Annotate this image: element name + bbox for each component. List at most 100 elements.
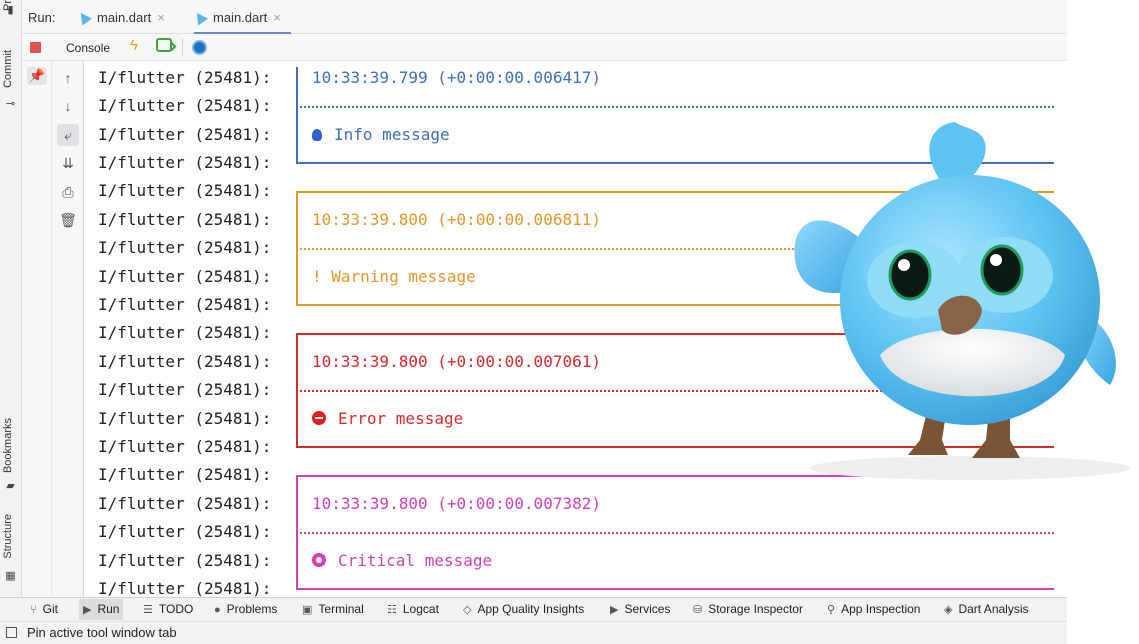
warning-timestamp: 10:33:39.800 (+0:00:00.006811) — [312, 210, 601, 229]
log-prefix: I/flutter (25481): — [98, 238, 272, 257]
info-box-separator — [296, 106, 1054, 108]
soft-wrap-icon[interactable]: ⤶ — [57, 124, 79, 146]
console-pin-gutter — [22, 61, 52, 597]
scroll-up-icon[interactable]: ↑ — [57, 67, 79, 89]
tool-tab-problems[interactable]: ● Problems — [214, 602, 277, 616]
info-message: Info message — [312, 121, 450, 149]
no-entry-icon — [312, 411, 326, 425]
terminal-icon: ▣ — [302, 604, 313, 616]
left-tool-strip: ▮ Pr Commit ⊸ Bookmarks ▰ Structure ▦ — [0, 0, 22, 597]
tool-tab-label: Logcat — [402, 602, 439, 616]
print-icon[interactable]: ⎙ — [57, 181, 79, 203]
log-prefix: I/flutter (25481): — [98, 551, 272, 570]
tool-tab-label: App Quality Insights — [477, 602, 585, 616]
tool-window-icon[interactable] — [6, 627, 17, 638]
hot-restart-icon[interactable] — [156, 38, 172, 52]
run-tab-bar: Run: main.dart × main.dart × — [22, 0, 1067, 34]
tool-tab-label: Storage Inspector — [708, 602, 803, 616]
status-bar: Pin active tool window tab — [0, 621, 1067, 644]
log-prefix: I/flutter (25481): — [98, 153, 272, 172]
tool-tab-label: Problems — [226, 602, 278, 616]
scroll-to-end-icon[interactable]: ⇊ — [57, 152, 79, 174]
project-tool-label[interactable]: Pr — [2, 0, 14, 11]
error-message-text: Error message — [338, 409, 464, 428]
toolbar-divider — [182, 39, 183, 56]
log-prefix: I/flutter (25481): — [98, 295, 272, 314]
pin-icon[interactable]: 📌 — [27, 67, 47, 85]
run-label: Run: — [28, 10, 56, 25]
error-message: Error message — [312, 405, 463, 433]
log-prefix: I/flutter (25481): — [98, 96, 272, 115]
tool-tab-label: App Inspection — [841, 602, 921, 616]
warning-message-text: ! Warning message — [312, 267, 476, 286]
trash-icon[interactable]: 🗑 — [57, 209, 79, 231]
log-prefix: I/flutter (25481): — [98, 210, 272, 229]
scroll-down-icon[interactable]: ↓ — [57, 95, 79, 117]
devtools-icon[interactable] — [192, 40, 207, 55]
stop-button[interactable] — [30, 42, 41, 53]
lightbulb-icon — [312, 129, 322, 141]
log-prefix: I/flutter (25481): — [98, 522, 272, 541]
tool-tab-terminal[interactable]: ▣ Terminal — [302, 602, 364, 616]
log-prefix: I/flutter (25481): — [98, 465, 272, 484]
commit-icon[interactable]: ⊸ — [4, 98, 17, 111]
log-prefix: I/flutter (25481): — [98, 437, 272, 456]
critical-message-text: Critical message — [338, 551, 493, 570]
tab-main-dart-1[interactable]: main.dart × — [75, 0, 165, 34]
structure-icon[interactable]: ▦ — [4, 570, 17, 583]
tool-tab-todo[interactable]: ☰ TODO — [143, 602, 193, 616]
dart-icon: ◈ — [944, 604, 953, 616]
bottom-tool-bar: ⑂ Git ▶ Run ☰ TODO ● Problems ▣ Terminal ☷ Log… — [0, 597, 1067, 621]
list-icon: ☰ — [143, 604, 153, 616]
critical-box-bottom-border — [296, 588, 1054, 590]
tool-tab-logcat[interactable]: ☷ Logcat — [387, 602, 439, 616]
log-prefix: I/flutter (25481): — [98, 267, 272, 286]
bookmark-icon[interactable]: ▰ — [4, 480, 17, 493]
flutter-icon — [191, 9, 209, 26]
log-prefix: I/flutter (25481): — [98, 68, 272, 87]
tool-tab-label: Git — [42, 602, 58, 616]
play-icon: ▶ — [83, 604, 92, 616]
alarm-icon — [312, 553, 326, 567]
dash-mascot-image — [794, 122, 1130, 480]
tool-tab-app-inspection[interactable]: ⚲ App Inspection — [827, 602, 920, 616]
tool-tab-run[interactable]: ▶ Run — [79, 599, 124, 620]
log-prefix: I/flutter (25481): — [98, 579, 272, 597]
tool-tab-app-quality-insights[interactable]: ◇ App Quality Insights — [463, 602, 584, 616]
logcat-icon: ☷ — [387, 604, 397, 616]
close-icon[interactable]: × — [157, 10, 165, 25]
tool-tab-label: TODO — [158, 602, 194, 616]
console-tab[interactable]: Console — [66, 41, 110, 55]
tab-main-dart-2[interactable]: main.dart × — [191, 0, 291, 34]
inspection-icon: ⚲ — [827, 604, 836, 616]
tab-label: main.dart — [97, 10, 152, 25]
log-prefix: I/flutter (25481): — [98, 380, 272, 399]
log-prefix: I/flutter (25481): — [98, 181, 272, 200]
commit-tool-label[interactable]: Commit — [2, 50, 14, 88]
status-text: Pin active tool window tab — [27, 625, 177, 640]
problems-icon: ● — [214, 604, 221, 616]
log-prefix: I/flutter (25481): — [98, 352, 272, 371]
structure-tool-label[interactable]: Structure — [2, 514, 14, 559]
tool-tab-label: Services — [624, 602, 671, 616]
flutter-icon — [75, 9, 93, 26]
critical-box-separator — [296, 532, 1054, 534]
tab-label: main.dart — [213, 10, 268, 25]
hot-reload-icon[interactable]: ϟ — [130, 37, 138, 54]
tool-tab-services[interactable]: ▶ Services — [610, 602, 670, 616]
tool-tab-label: Terminal — [318, 602, 364, 616]
bookmarks-tool-label[interactable]: Bookmarks — [2, 418, 14, 473]
services-icon: ▶ — [610, 604, 619, 616]
branch-icon: ⑂ — [30, 604, 37, 616]
critical-timestamp: 10:33:39.800 (+0:00:00.007382) — [312, 494, 601, 513]
tool-tab-dart-analysis[interactable]: ◈ Dart Analysis — [944, 602, 1029, 616]
close-icon[interactable]: × — [273, 10, 281, 25]
tool-tab-label: Dart Analysis — [958, 602, 1029, 616]
diamond-icon: ◇ — [463, 604, 472, 616]
tool-tab-storage-inspector[interactable]: ⛁ Storage Inspector — [693, 602, 803, 616]
critical-message: Critical message — [312, 547, 492, 575]
tool-tab-git[interactable]: ⑂ Git — [30, 602, 58, 616]
info-timestamp: 10:33:39.799 (+0:00:00.006417) — [312, 68, 601, 87]
storage-icon: ⛁ — [693, 604, 703, 616]
error-timestamp: 10:33:39.800 (+0:00:00.007061) — [312, 352, 601, 371]
